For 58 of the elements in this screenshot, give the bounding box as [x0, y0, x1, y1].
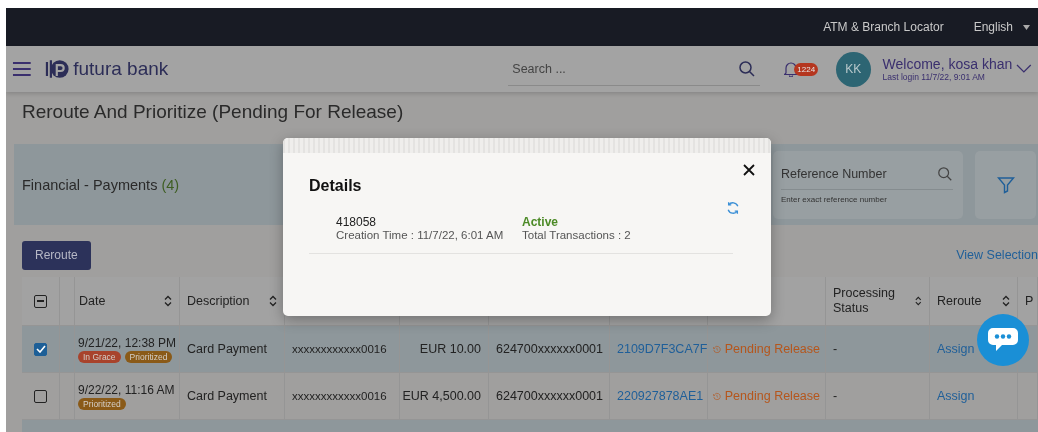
date-text: 9/21/22, 12:38 PM: [78, 335, 177, 350]
column-header[interactable]: Reroute: [937, 293, 982, 309]
column-header[interactable]: Processing Status: [833, 286, 916, 316]
close-icon: [743, 164, 755, 176]
atm-locator-link[interactable]: ATM & Branch Locator: [823, 20, 944, 34]
category-label: Financial - Payments (4): [22, 176, 180, 193]
sort-icon[interactable]: [1002, 295, 1010, 307]
caret-icon: [1023, 24, 1030, 30]
user-avatar[interactable]: KK: [836, 51, 871, 87]
total-transactions-text: Total Transactions : 2: [522, 229, 632, 241]
logo-icon: [43, 58, 70, 80]
row-checkbox[interactable]: [34, 389, 47, 403]
card-number: 624700xxxxxx0001: [496, 342, 604, 356]
row-checkbox[interactable]: [34, 342, 47, 356]
language-selector[interactable]: English: [973, 20, 1030, 34]
amount-text: EUR 4,500.00: [402, 389, 481, 403]
account-number: xxxxxxxxxxxx0016: [292, 390, 387, 402]
table-row[interactable]: 9/22/22, 11:16 AM Prioritized Card Payment xxxxxxxxxxxx0016 EUR 4,500.00 624700xxxxxx0001 220927878AE1 Pending Release - Assign: [22, 372, 1038, 419]
reference-search-field[interactable]: Reference Number Enter exact reference number: [773, 150, 963, 219]
close-button[interactable]: [741, 162, 757, 178]
page-title: Reroute And Prioritize (Pending For Release): [21, 100, 405, 124]
search-icon: [937, 165, 953, 182]
card-number: 624700xxxxxx0001: [496, 389, 604, 403]
select-all-checkbox[interactable]: [34, 294, 47, 308]
reroute-button[interactable]: Reroute: [22, 240, 91, 270]
search-field[interactable]: Search ...: [508, 52, 761, 86]
batch-status: Active: [522, 215, 560, 229]
status-text: Pending Release: [724, 389, 820, 403]
sort-icon[interactable]: [164, 295, 172, 307]
column-header[interactable]: Date: [79, 293, 106, 309]
status-tag: Prioritized: [124, 350, 173, 363]
sort-icon[interactable]: [915, 295, 922, 307]
dialog-title: Details: [309, 177, 362, 195]
last-login-text: Last login 11/7/22, 9:01 AM: [882, 72, 986, 82]
welcome-text: Welcome, kosa khan: [882, 56, 1013, 72]
creation-time-text: Creation Time : 11/7/22, 6:01 AM: [336, 229, 505, 241]
funnel-icon: [996, 175, 1015, 194]
notification-count: 1224: [794, 62, 819, 76]
chat-bubble-icon: [987, 326, 1019, 354]
description-text: Card Payment: [187, 389, 267, 403]
search-icon: [738, 59, 757, 78]
description-text: Card Payment: [187, 342, 267, 356]
column-header[interactable]: P: [1025, 293, 1034, 309]
chevron-down-icon[interactable]: [1016, 64, 1032, 74]
refresh-icon[interactable]: [726, 201, 740, 215]
date-text: 9/22/22, 11:16 AM: [78, 382, 175, 397]
processing-status-text: -: [833, 342, 838, 356]
brand-name: futura bank: [73, 58, 169, 80]
menu-icon[interactable]: [12, 61, 32, 77]
status-text: Pending Release: [724, 342, 820, 356]
column-header[interactable]: Description: [187, 293, 250, 309]
amount-text: EUR 10.00: [419, 342, 481, 356]
batch-id: 418058: [336, 215, 378, 229]
status-tag: In Grace: [78, 350, 121, 363]
sort-icon[interactable]: [269, 295, 277, 307]
account-number: xxxxxxxxxxxx0016: [292, 343, 387, 355]
processing-status-text: -: [833, 389, 838, 403]
status-tag: Prioritized: [78, 397, 126, 410]
